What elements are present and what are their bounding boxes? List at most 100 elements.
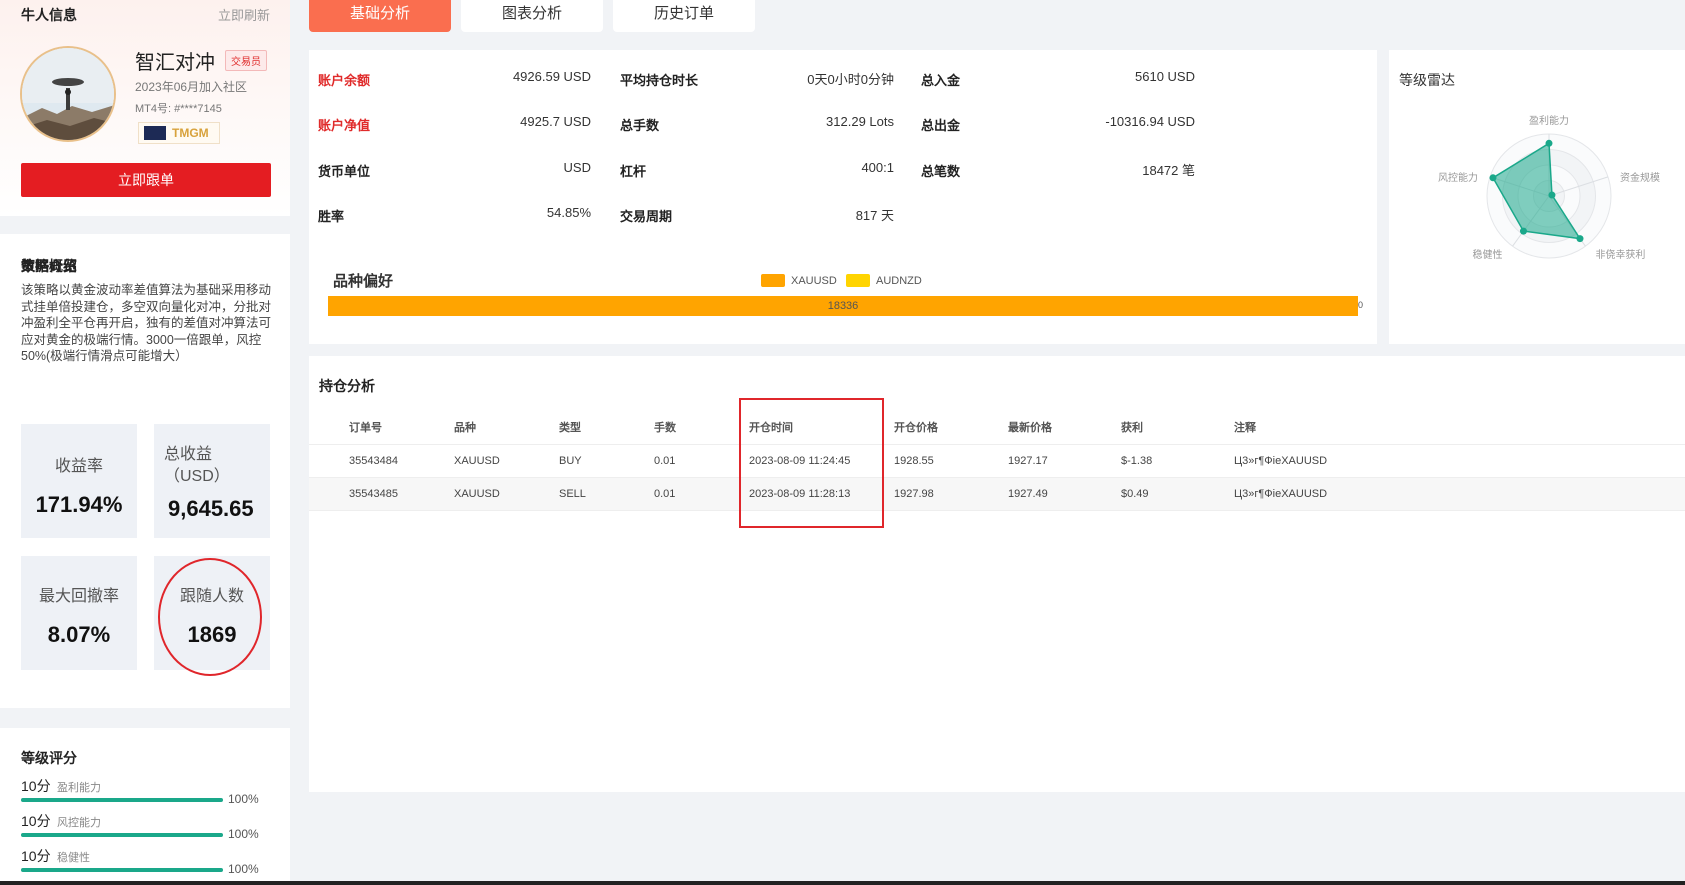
legend-label: AUDNZD <box>876 274 922 287</box>
column-header-latest-price: 最新价格 <box>1008 410 1121 445</box>
rating-percent: 100% <box>228 862 259 876</box>
rating-title: 等级评分 <box>21 750 77 766</box>
positions-title: 持仓分析 <box>319 378 375 394</box>
table-row[interactable]: 35543485 XAUUSD SELL 0.01 2023-08-09 11:… <box>309 477 1685 511</box>
rating-bar-fill <box>21 868 223 872</box>
strategy-description: 该策略以黄金波动率差值算法为基础采用移动式挂单倍投建仓，多空双向量化对冲，分批对… <box>21 283 272 363</box>
trader-name: 智汇对冲 <box>135 52 215 74</box>
tab-basic-analysis[interactable]: 基础分析 <box>309 0 451 32</box>
trader-profile-card: 牛人信息 立即刷新 智汇对冲 交易员 2023年06月加入社区 MT4号: #*… <box>0 0 290 216</box>
rating-name: 风控能力 <box>57 817 101 829</box>
total-profit-unit: （USD） <box>164 468 230 485</box>
positions-card: 持仓分析 订单号 品种 类型 手数 开仓时间 开仓价格 最新价格 获利 注释 3… <box>309 356 1685 792</box>
preference-bar-value: 18336 <box>827 300 859 312</box>
broker-logo-icon <box>144 126 166 140</box>
legend-swatch <box>846 274 870 287</box>
rating-row: 10分 盈利能力 100% <box>21 776 271 808</box>
symbol-preference-bar[interactable]: 18336 <box>328 296 1358 316</box>
rating-name: 稳健性 <box>57 852 90 864</box>
return-rate-value: 171.94% <box>35 492 123 517</box>
max-drawdown-label: 最大回撤率 <box>38 588 119 605</box>
followers-label: 跟随人数 <box>179 588 244 605</box>
max-drawdown-value: 8.07% <box>47 622 111 647</box>
strategy-card: 策略介绍 该策略以黄金波动率差值算法为基础采用移动式挂单倍投建仓，多空双向量化对… <box>0 234 290 708</box>
rating-score: 10分 <box>21 813 51 829</box>
legend-item-audnzd[interactable]: AUDNZD <box>846 274 922 287</box>
radar-axis-label: 稳健性 <box>1473 248 1503 261</box>
table-row[interactable]: 35543484 XAUUSD BUY 0.01 2023-08-09 11:2… <box>309 444 1685 478</box>
period-value: 817 天 <box>855 208 894 223</box>
order-no-cell: 35543485 <box>349 477 454 511</box>
column-header-lots: 手数 <box>654 410 749 445</box>
leverage-value: 400:1 <box>861 160 894 175</box>
leverage-label: 杠杆 <box>620 164 647 179</box>
latest-price-cell: 1927.49 <box>1008 477 1121 511</box>
radar-point <box>1576 235 1584 243</box>
withdraw-value: -10316.94 USD <box>1105 114 1195 129</box>
trades-value: 18472 笔 <box>1142 163 1195 178</box>
symbol-cell: XAUUSD <box>454 444 559 478</box>
rating-percent: 100% <box>228 827 259 841</box>
rating-row: 10分 稳健性 100% <box>21 846 271 878</box>
column-header-profit: 获利 <box>1121 410 1234 445</box>
withdraw-label: 总出金 <box>921 118 961 133</box>
bottom-divider <box>0 881 1685 885</box>
level-radar-card: 等级雷达 盈利能力 资金规模 非侥幸获利 稳健性 风控能力 <box>1389 50 1685 344</box>
radar-point <box>1489 174 1497 182</box>
mt4-account-number: MT4号: #****7145 <box>135 103 222 115</box>
broker-tag: TMGM <box>138 122 220 144</box>
followers-box: 跟随人数 1869 <box>154 556 270 670</box>
lots-cell: 0.01 <box>654 477 749 511</box>
avg-hold-label: 平均持仓时长 <box>620 73 699 88</box>
rating-bar <box>21 868 223 872</box>
rating-bar <box>21 833 223 837</box>
legend-label: XAUUSD <box>791 274 837 287</box>
total-profit-box: 总收益 （USD） 9,645.65 <box>154 424 270 538</box>
max-drawdown-box: 最大回撤率 8.07% <box>21 556 137 670</box>
order-no-cell: 35543484 <box>349 444 454 478</box>
column-header-type: 类型 <box>559 410 654 445</box>
type-cell: BUY <box>559 444 654 478</box>
column-header-open-time: 开仓时间 <box>749 410 894 445</box>
total-profit-label: 总收益 <box>164 446 213 463</box>
currency-value: USD <box>563 160 591 175</box>
legend-item-xauusd[interactable]: XAUUSD <box>761 274 837 287</box>
lots-label: 总手数 <box>620 118 660 133</box>
total-profit-value: 9,645.65 <box>168 496 254 521</box>
rating-score: 10分 <box>21 848 51 864</box>
profit-cell: $-1.38 <box>1121 444 1234 478</box>
open-time-cell: 2023-08-09 11:24:45 <box>749 444 894 478</box>
follow-button[interactable]: 立即跟单 <box>21 163 271 197</box>
comment-cell: Ц3»г¶ФіеXAUUSD <box>1234 444 1685 478</box>
account-info-card: 账户余额 4926.59 USD 账户净值 4925.7 USD 货币单位 US… <box>309 50 1377 344</box>
radar-point <box>1545 139 1553 147</box>
rating-bar-fill <box>21 798 223 802</box>
radar-axis-label: 资金规模 <box>1620 171 1660 184</box>
return-rate-box: 收益率 171.94% <box>21 424 137 538</box>
winrate-value: 54.85% <box>546 205 591 220</box>
column-header-comment: 注释 <box>1234 410 1685 445</box>
symbol-cell: XAUUSD <box>454 477 559 511</box>
tab-history-orders[interactable]: 历史订单 <box>613 0 755 32</box>
profit-cell: $0.49 <box>1121 477 1234 511</box>
trader-badge: 交易员 <box>225 50 267 71</box>
rating-percent: 100% <box>228 792 259 806</box>
period-label: 交易周期 <box>620 209 673 224</box>
symbol-preference-title: 品种偏好 <box>333 273 394 290</box>
rating-score: 10分 <box>21 778 51 794</box>
refresh-link[interactable]: 立即刷新 <box>218 5 270 24</box>
rating-bar-fill <box>21 833 223 837</box>
tab-chart-analysis[interactable]: 图表分析 <box>461 0 603 32</box>
positions-table: 订单号 品种 类型 手数 开仓时间 开仓价格 最新价格 获利 注释 355434… <box>309 410 1685 511</box>
legend-swatch <box>761 274 785 287</box>
radar-point <box>1519 227 1527 235</box>
table-header-row: 订单号 品种 类型 手数 开仓时间 开仓价格 最新价格 获利 注释 <box>309 410 1685 445</box>
rating-name: 盈利能力 <box>57 782 101 794</box>
radar-chart: 盈利能力资金规模非侥幸获利 稳健性 风控能力 <box>1438 114 1660 261</box>
deposit-label: 总入金 <box>921 73 961 88</box>
radar-title: 等级雷达 <box>1399 72 1455 88</box>
balance-value: 4926.59 USD <box>512 69 591 84</box>
comment-cell: Ц3»г¶ФіеXAUUSD <box>1234 477 1685 511</box>
profile-section-title: 牛人信息 <box>21 7 77 23</box>
followers-value: 1869 <box>187 622 237 647</box>
